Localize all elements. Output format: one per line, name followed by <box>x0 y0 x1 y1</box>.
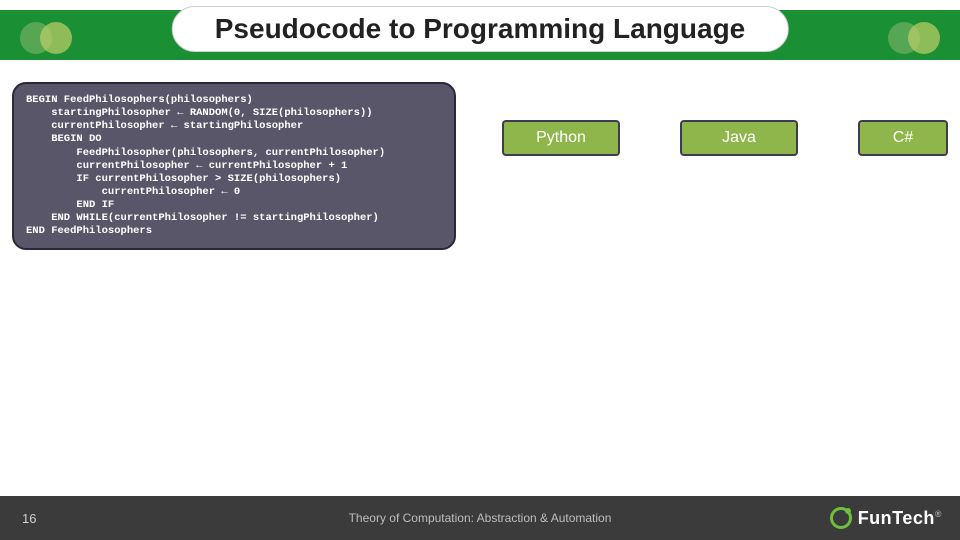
title-pill: Pseudocode to Programming Language <box>172 6 789 52</box>
decor-circle <box>40 22 72 54</box>
decor-circle <box>908 22 940 54</box>
footer-text: Theory of Computation: Abstraction & Aut… <box>349 511 612 525</box>
pseudocode-text: BEGIN FeedPhilosophers(philosophers) sta… <box>26 94 442 238</box>
footer-bar: 16 Theory of Computation: Abstraction & … <box>0 496 960 540</box>
python-button[interactable]: Python <box>502 120 620 156</box>
logo-icon <box>830 507 852 529</box>
csharp-label: C# <box>893 129 913 147</box>
python-label: Python <box>536 129 586 147</box>
slide-number: 16 <box>22 511 36 526</box>
registered-mark: ® <box>935 509 942 519</box>
csharp-button[interactable]: C# <box>858 120 948 156</box>
pseudocode-box: BEGIN FeedPhilosophers(philosophers) sta… <box>12 82 456 250</box>
brand-logo: FunTech® <box>830 507 942 529</box>
java-label: Java <box>722 129 756 147</box>
brand-text: FunTech <box>858 508 935 528</box>
java-button[interactable]: Java <box>680 120 798 156</box>
page-title: Pseudocode to Programming Language <box>215 13 746 45</box>
brand-name: FunTech® <box>858 508 942 529</box>
